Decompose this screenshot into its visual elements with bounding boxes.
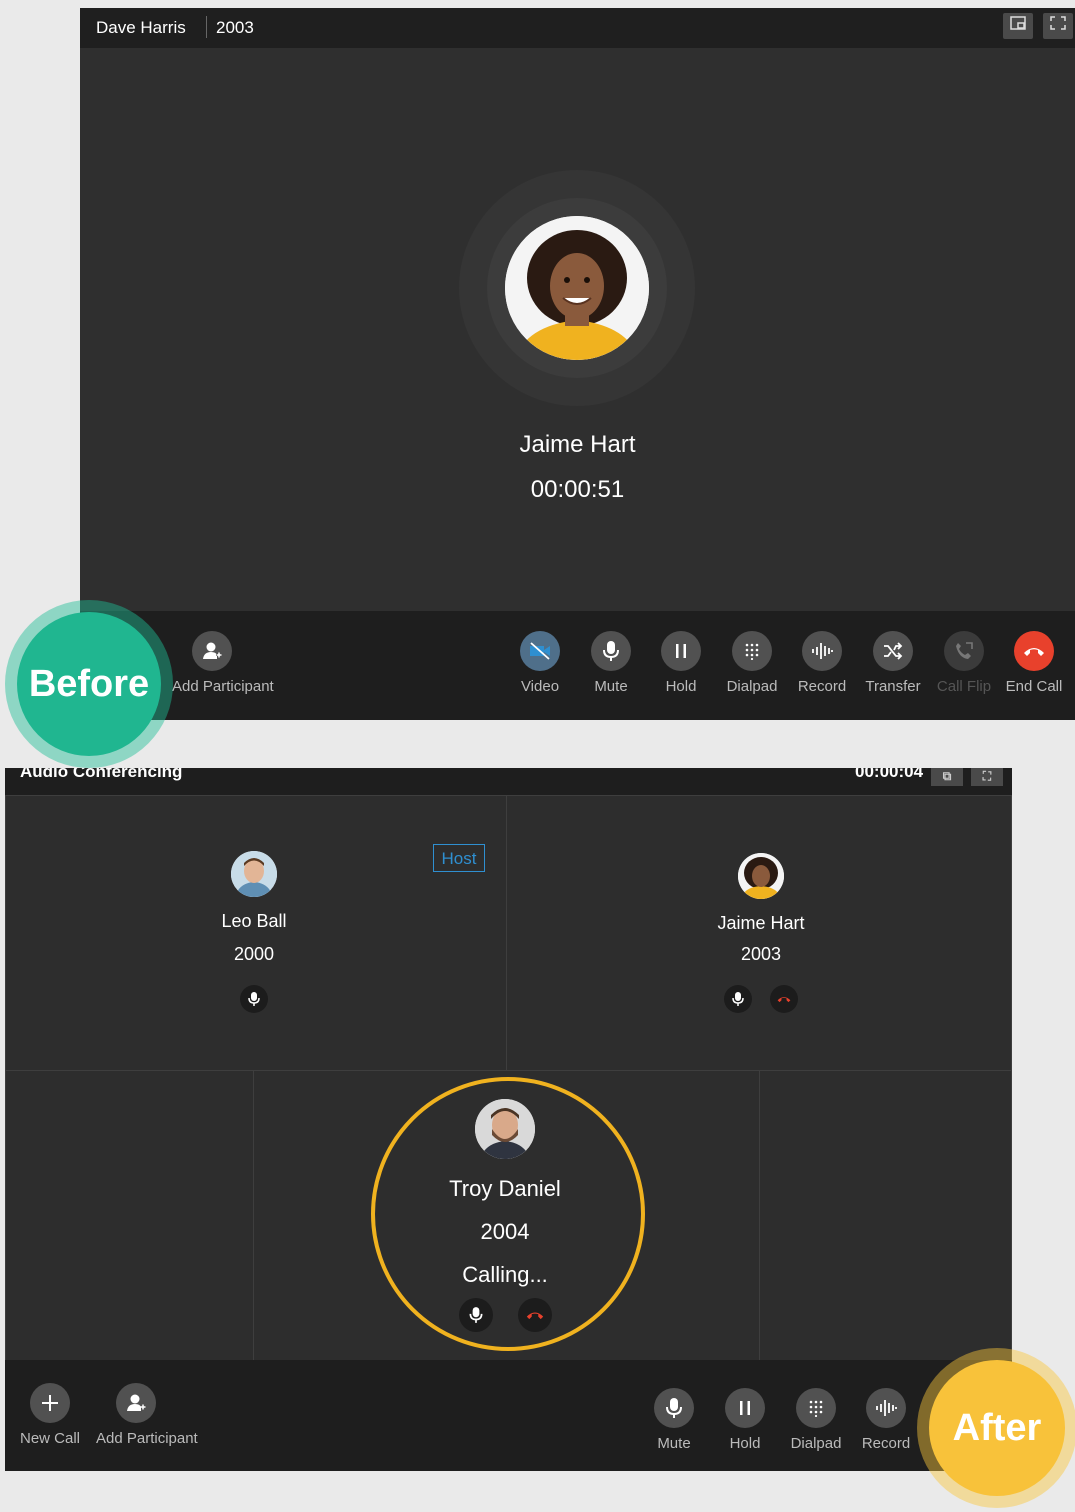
participant-hangup-button[interactable] (770, 985, 798, 1013)
minimize-window-icon[interactable]: ⧉ (931, 768, 963, 786)
add-participant-icon (116, 1383, 156, 1423)
participant-mute-button[interactable] (459, 1298, 493, 1332)
conference-title: Audio Conferencing (20, 768, 183, 781)
record-button[interactable]: Record (782, 631, 862, 695)
avatar (475, 1099, 535, 1159)
empty-tile-left (5, 1070, 254, 1361)
transfer-button[interactable]: Transfer (853, 631, 933, 695)
avatar (738, 853, 784, 899)
hang-up-icon (1014, 631, 1054, 671)
call-flip-button[interactable]: Call Flip (924, 631, 1004, 695)
after-badge: After (917, 1348, 1075, 1508)
participant-extension: 2003 (740, 944, 782, 964)
contact-avatar (505, 216, 649, 360)
waveform-icon (802, 631, 842, 671)
host-badge: Host (433, 844, 485, 872)
participant-name: Troy Daniel (449, 1176, 561, 1201)
pause-icon (661, 631, 701, 671)
participant-mute-button[interactable] (724, 985, 752, 1013)
before-badge: Before (5, 600, 173, 768)
dialpad-button[interactable]: Dialpad (776, 1388, 856, 1452)
participant-tile-leo: Host Leo Ball 2000 (5, 795, 507, 1071)
fullscreen-icon[interactable]: ⛶ (971, 768, 1003, 786)
add-participant-icon (192, 631, 232, 671)
before-badge-label: Before (17, 612, 161, 756)
call-control-bar: Add Participant Video Mute Hold Dialpad (80, 611, 1075, 720)
fullscreen-icon[interactable] (1043, 13, 1073, 39)
video-off-icon (520, 631, 560, 671)
conference-control-bar: New Call Add Participant Mute Hold Dialp… (5, 1360, 1012, 1471)
participant-tile-jaime: Jaime Hart 2003 (506, 795, 1012, 1071)
pause-icon (725, 1388, 765, 1428)
dialpad-icon (732, 631, 772, 671)
minimize-window-icon[interactable] (1003, 13, 1033, 39)
participant-hangup-button[interactable] (518, 1298, 552, 1332)
mute-button[interactable]: Mute (634, 1388, 714, 1452)
microphone-icon (591, 631, 631, 671)
empty-tile-right (759, 1070, 1012, 1361)
waveform-icon (866, 1388, 906, 1428)
call-timer: 00:00:51 (530, 476, 625, 503)
caller-name: Dave Harris (96, 18, 186, 37)
video-button[interactable]: Video (500, 631, 580, 695)
participant-mute-button[interactable] (240, 985, 268, 1013)
record-button[interactable]: Record (846, 1388, 926, 1452)
after-badge-label: After (929, 1360, 1065, 1496)
shuffle-icon (873, 631, 913, 671)
dialpad-button[interactable]: Dialpad (712, 631, 792, 695)
dialpad-icon (796, 1388, 836, 1428)
phone-flip-icon (944, 631, 984, 671)
participant-name: Leo Ball (221, 911, 287, 931)
hold-button[interactable]: Hold (641, 631, 721, 695)
caller-extension: 2003 (216, 18, 254, 37)
call-title-bar: Dave Harris 2003 (80, 8, 1075, 48)
mute-button[interactable]: Mute (571, 631, 651, 695)
contact-name: Jaime Hart (519, 431, 636, 458)
calling-status: Calling... (462, 1262, 548, 1287)
before-call-window: Dave Harris 2003 Jaime Hart 00:00:51 Add… (80, 8, 1075, 720)
title-separator (206, 16, 207, 38)
participant-extension: 2000 (233, 944, 275, 964)
plus-icon (30, 1383, 70, 1423)
participant-name: Jaime Hart (717, 913, 805, 933)
end-call-button[interactable]: End Call (994, 631, 1074, 695)
conference-timer: 00:00:04 (855, 768, 924, 781)
participant-extension: 2004 (480, 1219, 530, 1244)
new-call-button[interactable]: New Call (10, 1383, 90, 1447)
microphone-icon (654, 1388, 694, 1428)
avatar (231, 851, 277, 897)
add-participant-button[interactable]: Add Participant (96, 1383, 198, 1447)
add-participant-button[interactable]: Add Participant (172, 631, 274, 695)
conference-title-bar: Audio Conferencing 00:00:04 ⧉ ⛶ (5, 768, 1012, 795)
conference-window: Audio Conferencing 00:00:04 ⧉ ⛶ Host Leo… (5, 768, 1012, 1471)
hold-button[interactable]: Hold (705, 1388, 785, 1452)
